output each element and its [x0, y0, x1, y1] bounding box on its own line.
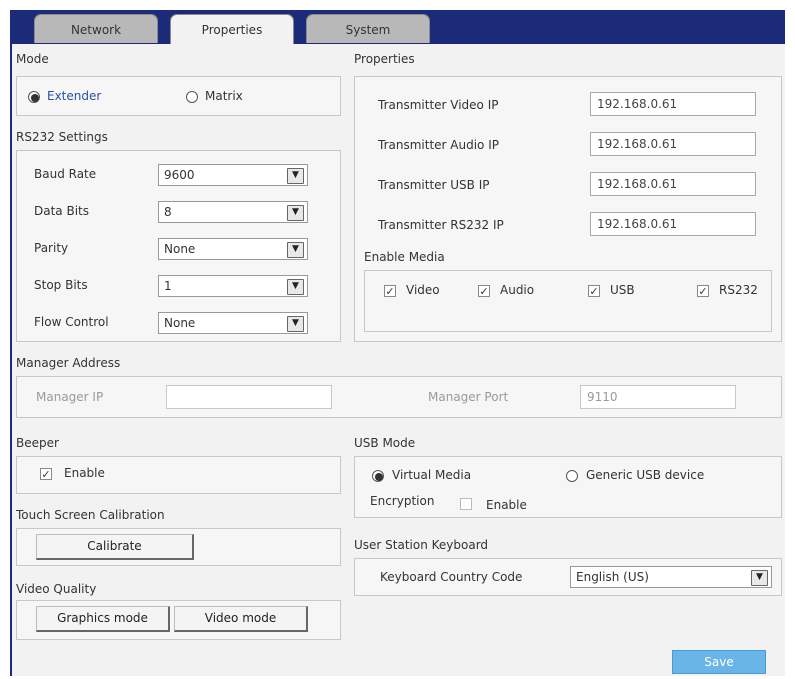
- baud-rate-select[interactable]: 9600 ▼: [158, 164, 308, 186]
- video-checkbox[interactable]: ✓: [384, 285, 396, 297]
- select-value: None: [164, 316, 196, 330]
- virtual-media-radio[interactable]: [372, 470, 384, 482]
- select-value: English (US): [576, 570, 649, 584]
- usb-checkbox[interactable]: ✓: [588, 285, 600, 297]
- manager-ip-input[interactable]: [166, 385, 332, 409]
- select-value: 9600: [164, 168, 195, 182]
- graphics-mode-button[interactable]: Graphics mode: [36, 606, 170, 632]
- enable-media-title: Enable Media: [364, 250, 445, 264]
- usb-mode-title: USB Mode: [354, 436, 416, 450]
- video-mode-button[interactable]: Video mode: [174, 606, 308, 632]
- tab-network[interactable]: Network: [34, 14, 158, 43]
- parity-select[interactable]: None ▼: [158, 238, 308, 260]
- virtual-media-label: Virtual Media: [392, 468, 472, 482]
- tab-properties[interactable]: Properties: [170, 14, 294, 46]
- mode-matrix-label: Matrix: [205, 89, 243, 103]
- beeper-enable-checkbox[interactable]: ✓: [40, 468, 52, 480]
- mode-extender-label: Extender: [47, 89, 102, 103]
- rs232-label: Stop Bits: [34, 278, 88, 292]
- save-button[interactable]: Save: [672, 650, 766, 674]
- keyboard-country-label: Keyboard Country Code: [380, 570, 523, 584]
- dropdown-arrow-icon: ▼: [287, 279, 304, 295]
- manager-address-title: Manager Address: [16, 356, 121, 370]
- transmitter-usb-ip-input[interactable]: 192.168.0.61: [590, 172, 756, 196]
- property-label: Transmitter USB IP: [378, 178, 490, 192]
- rs232-checkbox[interactable]: ✓: [697, 285, 709, 297]
- usb-label: USB: [610, 283, 635, 297]
- stop-bits-select[interactable]: 1 ▼: [158, 275, 308, 297]
- encryption-enable-checkbox[interactable]: [460, 498, 472, 510]
- data-bits-select[interactable]: 8 ▼: [158, 201, 308, 223]
- select-value: 8: [164, 205, 172, 219]
- video-quality-title: Video Quality: [16, 582, 97, 596]
- manager-port-input[interactable]: 9110: [580, 385, 736, 409]
- usb-mode-box: [354, 456, 782, 518]
- property-label: Transmitter Video IP: [378, 98, 499, 112]
- select-value: None: [164, 242, 196, 256]
- select-value: 1: [164, 279, 172, 293]
- calibrate-button[interactable]: Calibrate: [36, 534, 194, 560]
- properties-title: Properties: [354, 52, 415, 66]
- touch-calibration-title: Touch Screen Calibration: [16, 508, 165, 522]
- audio-label: Audio: [500, 283, 535, 297]
- transmitter-audio-ip-input[interactable]: 192.168.0.61: [590, 132, 756, 156]
- manager-port-label: Manager Port: [428, 390, 509, 404]
- mode-title: Mode: [16, 52, 49, 66]
- audio-checkbox[interactable]: ✓: [478, 285, 490, 297]
- beeper-enable-label: Enable: [64, 466, 105, 480]
- dropdown-arrow-icon: ▼: [287, 205, 304, 221]
- encryption-enable-label: Enable: [486, 498, 527, 512]
- rs232-media-label: RS232: [719, 283, 758, 297]
- video-label: Video: [406, 283, 440, 297]
- generic-usb-radio[interactable]: [566, 470, 578, 482]
- beeper-title: Beeper: [16, 436, 59, 450]
- encryption-label: Encryption: [370, 494, 435, 508]
- rs232-title: RS232 Settings: [16, 130, 108, 144]
- rs232-label: Flow Control: [34, 315, 109, 329]
- dropdown-arrow-icon: ▼: [751, 570, 768, 586]
- keyboard-title: User Station Keyboard: [354, 538, 489, 552]
- generic-usb-label: Generic USB device: [586, 468, 705, 482]
- rs232-label: Data Bits: [34, 204, 89, 218]
- rs232-label: Baud Rate: [34, 167, 97, 181]
- dropdown-arrow-icon: ▼: [287, 316, 304, 332]
- transmitter-video-ip-input[interactable]: 192.168.0.61: [590, 92, 756, 116]
- dropdown-arrow-icon: ▼: [287, 242, 304, 258]
- manager-ip-label: Manager IP: [36, 390, 104, 404]
- mode-matrix-radio[interactable]: [186, 91, 198, 103]
- tab-system[interactable]: System: [306, 14, 430, 43]
- property-label: Transmitter Audio IP: [378, 138, 499, 152]
- keyboard-country-select[interactable]: English (US) ▼: [570, 566, 772, 588]
- property-label: Transmitter RS232 IP: [378, 218, 504, 232]
- dropdown-arrow-icon: ▼: [287, 168, 304, 184]
- rs232-label: Parity: [34, 241, 69, 255]
- enable-media-box: [364, 270, 772, 332]
- mode-extender-radio[interactable]: [28, 91, 40, 103]
- transmitter-rs232-ip-input[interactable]: 192.168.0.61: [590, 212, 756, 236]
- flow-control-select[interactable]: None ▼: [158, 312, 308, 334]
